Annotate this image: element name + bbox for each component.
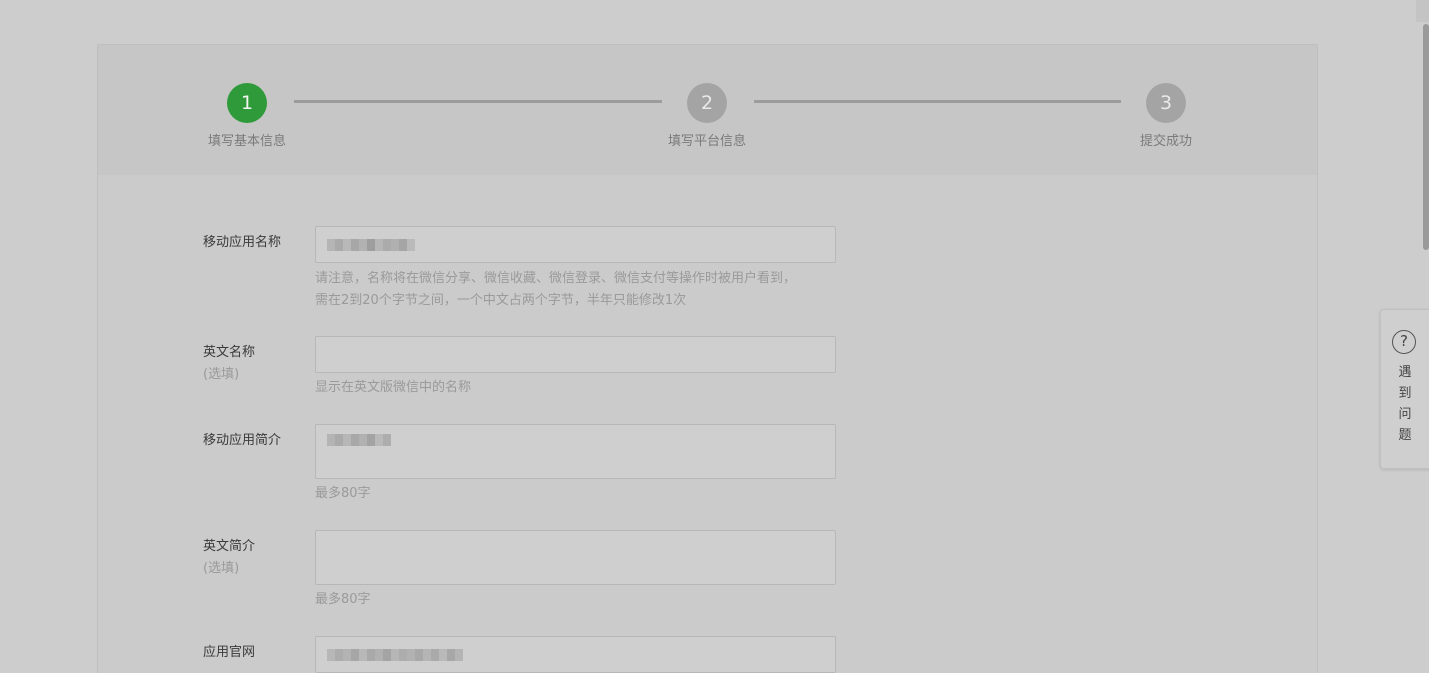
page: 1 填写基本信息 2 填写平台信息 3 提交成功 移动应用名称 请注意，名称将在… [0,0,1429,673]
app-intro-textarea[interactable] [315,424,836,479]
step-1-circle: 1 [227,83,267,123]
app-name-hint-line2: 需在2到20个字节之间，一个中文占两个字节，半年只能修改1次 [315,293,687,308]
step-2-label: 填写平台信息 [667,134,746,149]
question-circle-icon: ? [1392,330,1416,354]
english-intro-hint: 最多80字 [315,592,371,607]
english-name-label-text: 英文名称 [203,345,256,360]
app-name-hint-line1: 请注意，名称将在微信分享、微信收藏、微信登录、微信支付等操作时被用户看到， [315,271,797,286]
website-label: 应用官网 [203,645,256,660]
help-char: 到 [1398,386,1412,401]
help-char: 题 [1398,428,1412,443]
help-label: 遇 到 问 题 [1395,362,1415,446]
english-name-label: 英文名称 (选填) [203,342,255,386]
redacted-value [327,434,391,446]
step-3: 3 提交成功 [1106,83,1226,149]
registration-panel: 1 填写基本信息 2 填写平台信息 3 提交成功 移动应用名称 请注意，名称将在… [97,44,1318,673]
step-connector-1-2 [294,100,662,103]
english-intro-label-text: 英文简介 [203,539,256,554]
step-3-circle: 3 [1146,83,1186,123]
step-connector-2-3 [754,100,1121,103]
help-char: 问 [1398,407,1412,422]
app-name-label: 移动应用名称 [203,235,282,250]
window-corner [1416,0,1429,22]
redacted-value [327,239,415,251]
step-1: 1 填写基本信息 [187,83,307,149]
english-intro-textarea[interactable] [315,530,836,585]
help-char: 遇 [1398,365,1412,380]
english-name-input[interactable] [315,336,836,373]
app-name-input[interactable] [315,226,836,263]
english-name-hint: 显示在英文版微信中的名称 [315,380,472,395]
help-widget[interactable]: ? 遇 到 问 题 [1380,309,1429,469]
redacted-value [327,649,463,661]
optional-tag: (选填) [203,367,240,382]
website-input[interactable] [315,636,836,673]
page-scrollbar[interactable] [1423,24,1429,250]
step-progress-bar: 1 填写基本信息 2 填写平台信息 3 提交成功 [98,45,1317,175]
step-1-label: 填写基本信息 [207,134,286,149]
step-3-label: 提交成功 [1139,134,1192,149]
step-2-circle: 2 [687,83,727,123]
optional-tag: (选填) [203,561,240,576]
app-intro-hint: 最多80字 [315,486,371,501]
english-intro-label: 英文简介 (选填) [203,536,255,580]
app-intro-label: 移动应用简介 [203,433,282,448]
step-2: 2 填写平台信息 [647,83,767,149]
